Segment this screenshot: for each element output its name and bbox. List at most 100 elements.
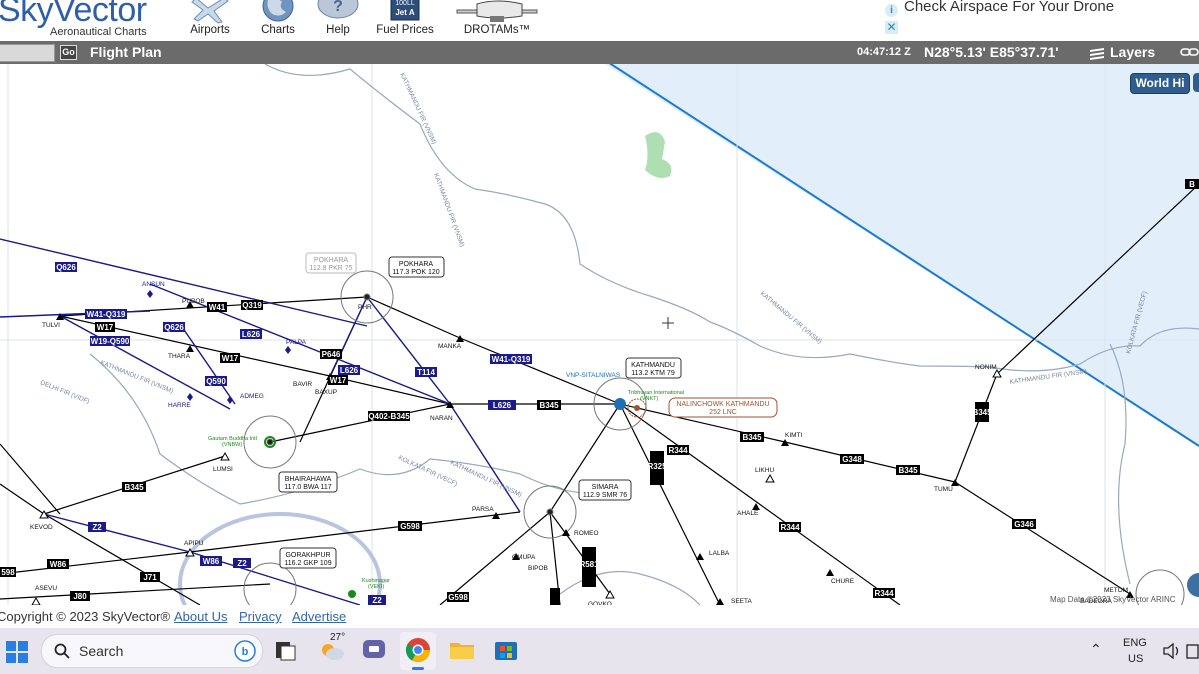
- link-icon[interactable]: [1180, 46, 1199, 58]
- svg-text:SEETA: SEETA: [731, 598, 752, 605]
- ndb-name: NALINCHOWK KATHMANDU: [676, 401, 769, 408]
- keyboard-layout-indicator[interactable]: US: [1128, 653, 1143, 665]
- layers-icon[interactable]: [1088, 46, 1106, 60]
- search-icon: [54, 643, 70, 659]
- navaid-detail: 112.8 PKR 75: [309, 265, 352, 272]
- svg-text:G598: G598: [448, 593, 468, 602]
- svg-text:PARSA: PARSA: [472, 506, 494, 513]
- windows-start-icon[interactable]: [6, 641, 28, 663]
- site-header: SkyVector Aeronautical Charts Airports C…: [0, 0, 1199, 41]
- svg-text:R344: R344: [668, 446, 688, 455]
- aeronautical-map[interactable]: W41-Q319 W41 Q319 W17 W19-Q590 W17 L626 …: [0, 64, 1199, 605]
- svg-text:Q626: Q626: [56, 263, 76, 272]
- navaid-name: SIMARA: [592, 484, 619, 491]
- go-button[interactable]: Go: [60, 45, 77, 60]
- world-hi-button[interactable]: World Hi: [1130, 73, 1190, 94]
- ad-text[interactable]: Check Airspace For Your Drone: [904, 0, 1114, 15]
- nav-charts-label: Charts: [261, 24, 295, 36]
- crosshair-cursor: [662, 317, 674, 329]
- zoom-control[interactable]: [1187, 573, 1199, 597]
- nav-help[interactable]: ? Help: [316, 0, 360, 41]
- chart-canvas[interactable]: W41-Q319 W41 Q319 W17 W19-Q590 W17 L626 …: [0, 64, 1199, 605]
- svg-text:DELHI FIR (VIDF): DELHI FIR (VIDF): [39, 379, 90, 405]
- weather-temperature: 27°: [330, 632, 346, 643]
- navaid-name: POKHARA: [399, 261, 434, 268]
- ad-info-icon[interactable]: i: [885, 4, 898, 17]
- lake: [645, 132, 672, 178]
- privacy-link[interactable]: Privacy: [239, 609, 282, 624]
- svg-text:W41-Q319: W41-Q319: [87, 310, 126, 319]
- nav-fuel-prices[interactable]: 100LL Jet A Fuel Prices: [374, 0, 436, 41]
- svg-text:MANKA: MANKA: [438, 343, 462, 350]
- svg-text:B345: B345: [124, 483, 144, 492]
- svg-text:R344: R344: [780, 523, 800, 532]
- ad-close-icon[interactable]: ✕: [885, 21, 898, 34]
- about-us-link[interactable]: About Us: [174, 609, 227, 624]
- nav-drotams[interactable]: DROTAMs™: [452, 0, 542, 41]
- file-explorer-icon[interactable]: [448, 636, 476, 664]
- svg-text:W86: W86: [203, 557, 220, 566]
- svg-text:B345: B345: [898, 466, 918, 475]
- flight-plan-button[interactable]: Flight Plan: [90, 44, 162, 60]
- svg-text:B345: B345: [972, 408, 992, 417]
- svg-text:NONIM: NONIM: [975, 364, 997, 371]
- nav-charts[interactable]: Charts: [254, 0, 302, 41]
- svg-text:KATHMANDU FIR (VNSM): KATHMANDU FIR (VNSM): [398, 72, 437, 146]
- nav-airports[interactable]: Airports: [184, 0, 236, 41]
- advertise-link[interactable]: Advertise: [292, 609, 346, 624]
- cursor-coordinates: N28°5.13' E85°37.71': [924, 44, 1059, 60]
- airport-label-gautam: Gautam Buddha Intl (VNBW): [208, 436, 257, 448]
- drone-icon: [456, 0, 538, 22]
- globe-icon: [262, 0, 294, 22]
- navaid-box-pokhara[interactable]: POKHARA 117.3 POK 120: [388, 256, 445, 278]
- teams-chat-icon[interactable]: [360, 636, 388, 664]
- battery-icon[interactable]: [1186, 643, 1199, 659]
- taskbar-search-box[interactable]: Search b: [41, 634, 263, 668]
- svg-text:Jet A: Jet A: [395, 8, 414, 17]
- fuel-sign-icon: 100LL Jet A: [390, 0, 420, 21]
- chrome-icon: [405, 638, 430, 663]
- navaid-box-kathmandu[interactable]: KATHMANDU 113.2 KTM 79: [625, 357, 682, 379]
- bing-icon[interactable]: b: [234, 640, 256, 662]
- svg-text:ADMEG: ADMEG: [240, 393, 264, 400]
- chrome-taskbar-button[interactable]: [400, 632, 436, 670]
- svg-text:VNP-SITALNIWAS: VNP-SITALNIWAS: [566, 372, 621, 379]
- svg-text:W17: W17: [97, 323, 114, 332]
- svg-text:100LL: 100LL: [395, 0, 415, 7]
- search-input[interactable]: [0, 44, 55, 62]
- layers-button[interactable]: Layers: [1110, 44, 1155, 60]
- zulu-time: 04:47:12 Z: [857, 46, 911, 58]
- navaid-box-bhairahawa[interactable]: BHAIRAHAWA 117.0 BWA 117: [278, 471, 338, 493]
- map-data-attribution: Map Data ©2023 SkyVector ARINC: [1050, 595, 1176, 604]
- navaid-detail: 113.2 KTM 79: [631, 370, 675, 377]
- svg-text:G348: G348: [842, 455, 862, 464]
- microsoft-store-icon[interactable]: [492, 636, 520, 664]
- navaid-box-pokhara-gray[interactable]: POKHARA 112.8 PKR 75: [305, 252, 357, 274]
- map-toolbar: Go Flight Plan 04:47:12 Z N28°5.13' E85°…: [0, 41, 1199, 64]
- logo-subtitle: Aeronautical Charts: [50, 26, 147, 38]
- next-chart-button[interactable]: [1193, 73, 1199, 92]
- navaid-box-simara[interactable]: SIMARA 112.9 SMR 76: [578, 479, 632, 501]
- svg-text:KIMTI: KIMTI: [785, 432, 803, 439]
- svg-text:G346: G346: [1014, 520, 1034, 529]
- svg-text:B345: B345: [742, 433, 762, 442]
- ad-banner[interactable]: i ✕ Check Airspace For Your Drone: [884, 0, 1199, 40]
- svg-text:W17: W17: [222, 354, 239, 363]
- navaid-box-gorakhpur[interactable]: GORAKHPUR 116.2 GKP 109: [279, 547, 337, 569]
- language-indicator[interactable]: ENG: [1123, 637, 1147, 649]
- svg-text:LIKHU: LIKHU: [755, 467, 774, 474]
- svg-text:b: b: [242, 646, 249, 658]
- task-view-icon[interactable]: [272, 636, 300, 664]
- svg-text:P646: P646: [322, 350, 341, 359]
- ndb-detail: 252 LNC: [709, 409, 737, 416]
- navaid-box-nalinchowk[interactable]: NALINCHOWK KATHMANDU 252 LNC: [668, 397, 778, 418]
- svg-text:ROMEO: ROMEO: [574, 530, 599, 537]
- airport-symbol-kathmandu[interactable]: [614, 398, 626, 410]
- airport-symbol-kushinagar[interactable]: [348, 590, 356, 598]
- svg-text:KATHMANDU FIR (VNSM): KATHMANDU FIR (VNSM): [759, 290, 823, 345]
- speaker-icon[interactable]: [1163, 643, 1181, 659]
- chevron-up-icon[interactable]: ⌃: [1090, 641, 1102, 658]
- svg-text:PUBOB: PUBOB: [182, 298, 205, 305]
- svg-text:Q402-B345: Q402-B345: [368, 412, 410, 421]
- svg-text:T114: T114: [417, 368, 435, 377]
